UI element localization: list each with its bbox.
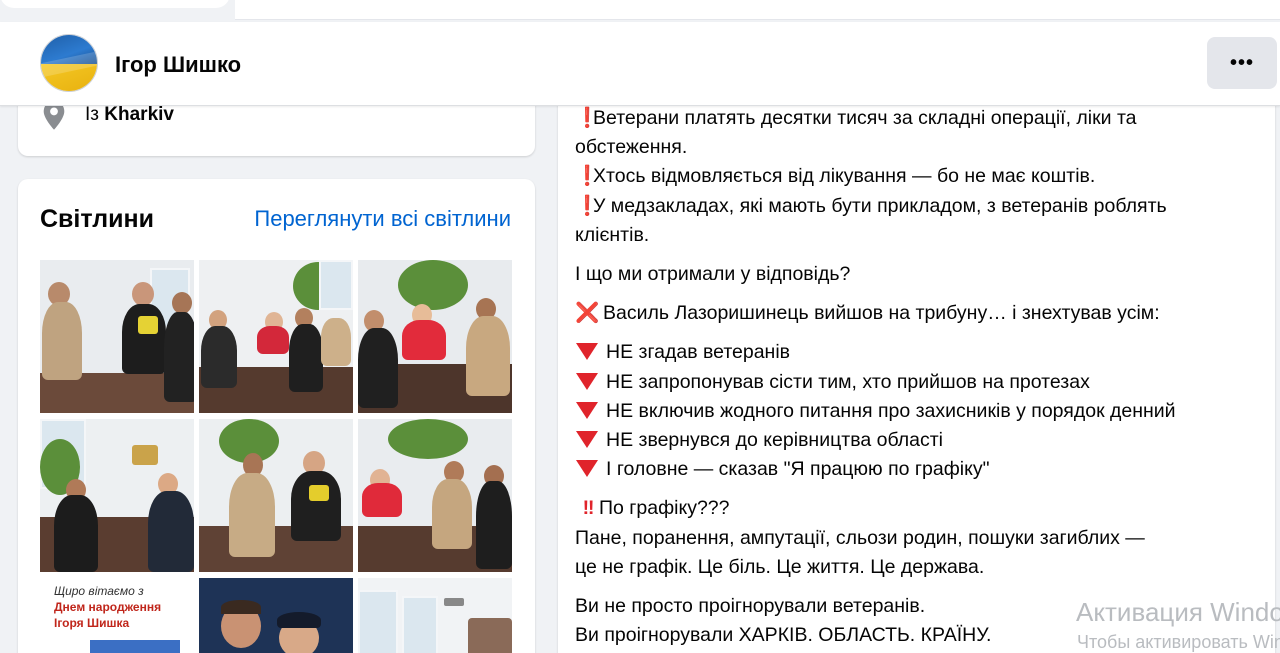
location-city: Kharkiv	[104, 104, 174, 125]
post-line: ❗У медзакладах, які мають бути прикладом…	[575, 192, 1265, 221]
post-line: ❗Хтось відмовляється від лікування — бо …	[575, 162, 1265, 191]
profile-name[interactable]: Ігор Шишко	[115, 52, 241, 78]
photo-thumbnail[interactable]	[40, 419, 194, 572]
red-exclamation-icon: ❗	[575, 194, 600, 217]
post-line: НЕ звернувся до керівництва області	[575, 426, 1265, 455]
photo-thumbnail[interactable]	[358, 578, 512, 653]
profile-header: Ігор Шишко •••	[0, 22, 1280, 106]
more-options-button[interactable]: •••	[1207, 37, 1277, 89]
post-line: ‼ По графіку???	[575, 494, 1265, 523]
red-exclamation-icon: ❗	[575, 165, 600, 188]
post-line: клієнтів.	[575, 223, 650, 246]
photo-thumbnail[interactable]	[358, 419, 512, 572]
search-pill[interactable]	[0, 0, 230, 8]
top-strip	[0, 0, 1280, 22]
double-exclamation-icon: ‼	[582, 497, 595, 520]
post-line: І що ми отримали у відповідь?	[575, 263, 851, 286]
greeting-line-2: Днем народження	[54, 600, 162, 614]
post-line: НЕ запропонував сісти тим, хто прийшов н…	[575, 368, 1265, 397]
post-line: це не графік. Це біль. Це життя. Це держ…	[575, 555, 985, 578]
top-bar	[235, 0, 1280, 20]
greeting-line-1: Щиро вітаємо з	[54, 584, 144, 598]
see-all-photos-link[interactable]: Переглянути всі світлини	[254, 206, 511, 232]
post-line: ❌ Василь Лазоришинець вийшов на трибуну… …	[575, 299, 1265, 328]
red-triangle-down-icon	[576, 343, 598, 361]
photo-thumbnail[interactable]	[199, 260, 353, 413]
post-line: ❗Ветерани платять десятки тисяч за склад…	[575, 104, 1265, 133]
avatar[interactable]	[40, 34, 98, 92]
red-cross-icon: ❌	[575, 302, 600, 325]
post-line: НЕ включив жодного питання про захисникі…	[575, 397, 1265, 426]
red-triangle-down-icon	[576, 372, 598, 390]
photo-thumbnail[interactable]	[358, 260, 512, 413]
post-line: І головне — сказав "Я працюю по графіку"	[575, 455, 1265, 484]
photo-thumbnail[interactable]	[199, 419, 353, 572]
photos-title: Світлини	[40, 205, 155, 233]
windows-activation-watermark: Активация Windows	[1076, 597, 1280, 627]
post-text: ❗Ветерани платять десятки тисяч за склад…	[575, 104, 1265, 650]
photo-thumbnail[interactable]	[199, 578, 353, 653]
red-exclamation-icon: ❗	[575, 107, 600, 129]
greeting-line-3: Ігоря Шишка	[54, 616, 130, 630]
red-triangle-down-icon	[576, 431, 598, 449]
post-line: Пане, поранення, ампутації, сльози родин…	[575, 526, 1145, 549]
photos-card: Світлини Переглянути всі світлини Щиро в…	[18, 179, 535, 653]
location-text: Із Kharkiv	[85, 104, 174, 125]
red-triangle-down-icon	[576, 401, 598, 419]
post-card: ❗Ветерани платять десятки тисяч за склад…	[558, 60, 1275, 653]
photo-thumbnail[interactable]	[40, 260, 194, 413]
post-line: обстеження.	[575, 136, 688, 159]
photo-thumbnail-greeting[interactable]: Щиро вітаємо з Днем народження Ігоря Шиш…	[40, 578, 194, 653]
windows-activation-subtext: Чтобы активировать Windows	[1077, 632, 1280, 652]
post-line: НЕ згадав ветеранів	[575, 338, 1265, 367]
red-triangle-down-icon	[576, 460, 598, 478]
